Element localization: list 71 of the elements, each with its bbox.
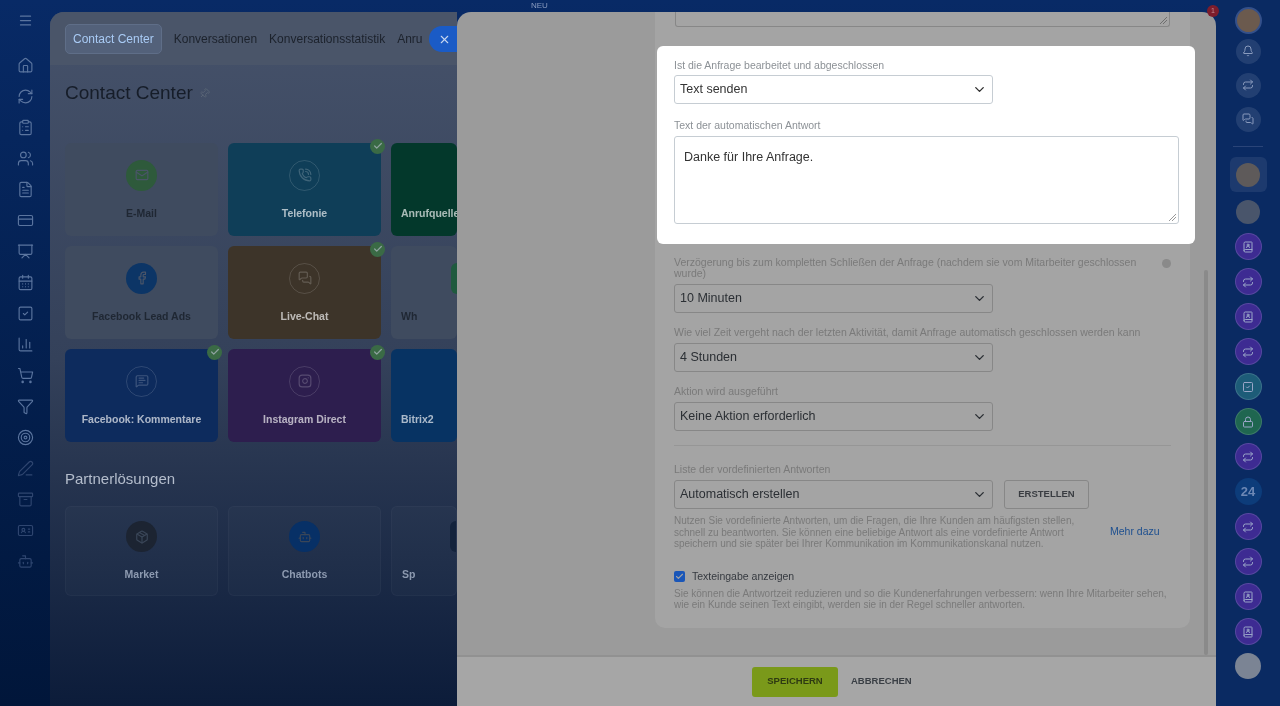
avatar[interactable] xyxy=(1235,653,1261,679)
swirl-icon[interactable] xyxy=(1235,72,1261,98)
dropdown-select[interactable]: Keine Aktion erforderlich xyxy=(674,402,993,431)
card-icon[interactable] xyxy=(16,212,34,229)
save-button[interactable]: SPEICHERN xyxy=(752,666,838,697)
robot-icon[interactable] xyxy=(16,553,34,570)
funnel-icon[interactable] xyxy=(16,398,34,415)
tile-label: Telefonie xyxy=(281,205,328,221)
circular-arrows-icon[interactable] xyxy=(16,88,34,105)
archive-icon[interactable] xyxy=(16,491,34,508)
channel-tile[interactable]: Anrufquelle xyxy=(391,142,457,236)
checkbox-label: Texteingabe anzeigen xyxy=(692,568,795,584)
dropdown-select[interactable]: Text senden xyxy=(674,75,993,104)
dropdown-select[interactable]: 4 Stunden xyxy=(674,343,993,372)
avatar[interactable] xyxy=(1234,7,1262,34)
chat-icon[interactable] xyxy=(1235,106,1261,132)
dropdown-select[interactable]: Automatisch erstellen xyxy=(674,480,993,509)
contact-book-icon[interactable] xyxy=(1234,583,1262,610)
cancel-button[interactable]: ABBRECHEN xyxy=(851,674,912,689)
home-icon[interactable] xyxy=(16,57,34,74)
tile-label: Market xyxy=(124,567,159,582)
swirl-icon[interactable] xyxy=(1234,338,1262,365)
avatar[interactable] xyxy=(1229,157,1267,192)
swirl-icon[interactable] xyxy=(1234,443,1262,470)
new-label: NEU xyxy=(531,1,548,11)
page-title: Contact Center xyxy=(65,81,193,105)
field-label: Ist die Anfrage bearbeitet und abgeschlossen xyxy=(674,60,886,71)
bar-chart-icon[interactable] xyxy=(16,336,34,353)
counter-icon[interactable]: 24 xyxy=(1234,478,1262,505)
tile-label: Bitrix2 xyxy=(401,411,434,427)
target-icon[interactable] xyxy=(16,429,34,446)
partner-tile[interactable]: Chatbots xyxy=(228,506,381,596)
cart-icon[interactable] xyxy=(16,367,34,384)
partner-tile[interactable]: Sp xyxy=(391,506,457,596)
field-label: Text der automatischen Antwort xyxy=(674,120,822,131)
dropdown-select[interactable]: 10 Minuten xyxy=(674,284,993,313)
resize-handle-icon xyxy=(1160,17,1167,24)
checkbox[interactable] xyxy=(674,570,685,582)
contact-book-icon[interactable] xyxy=(1234,303,1262,330)
tile-label: Facebook: Kommentare xyxy=(81,411,202,427)
tile-label: Instagram Direct xyxy=(263,411,346,427)
menu-icon[interactable] xyxy=(17,13,33,28)
checkbox-icon[interactable] xyxy=(1234,373,1262,400)
list-icon[interactable] xyxy=(16,119,34,136)
swirl-icon[interactable] xyxy=(1234,268,1262,295)
tile-label: Anrufquelle xyxy=(401,205,460,221)
tile-label: Live-Chat xyxy=(280,308,329,324)
document-icon[interactable] xyxy=(16,181,34,198)
calendar-icon[interactable] xyxy=(16,274,34,291)
tab[interactable]: Contact Center xyxy=(65,23,162,54)
pen-icon[interactable] xyxy=(16,460,34,477)
channel-tile[interactable]: Bitrix2 xyxy=(391,348,457,442)
contact-book-icon[interactable] xyxy=(1234,618,1262,645)
text-area[interactable]: Danke für Ihre Anfrage. xyxy=(674,136,1179,224)
swirl-icon[interactable] xyxy=(1234,513,1262,540)
create-button[interactable]: ERSTELLEN xyxy=(1004,480,1089,509)
contact-book-icon[interactable] xyxy=(1234,233,1262,260)
id-card-icon[interactable] xyxy=(16,522,34,539)
checkbox-icon[interactable] xyxy=(16,305,34,322)
bell-icon[interactable] xyxy=(1235,38,1261,64)
resize-handle-icon xyxy=(1169,214,1176,221)
group-avatar[interactable] xyxy=(1236,200,1260,224)
swirl-icon[interactable] xyxy=(1234,548,1262,575)
presentation-icon[interactable] xyxy=(16,243,34,260)
users-icon[interactable] xyxy=(16,150,34,167)
lock-icon[interactable] xyxy=(1234,408,1262,435)
partner-tile[interactable]: Market xyxy=(65,506,218,596)
section-heading: Partnerlösungen xyxy=(64,468,177,489)
tile-label: Chatbots xyxy=(281,567,328,582)
more-link[interactable]: Mehr dazu xyxy=(1110,524,1160,541)
tile-label: Sp xyxy=(402,567,416,582)
